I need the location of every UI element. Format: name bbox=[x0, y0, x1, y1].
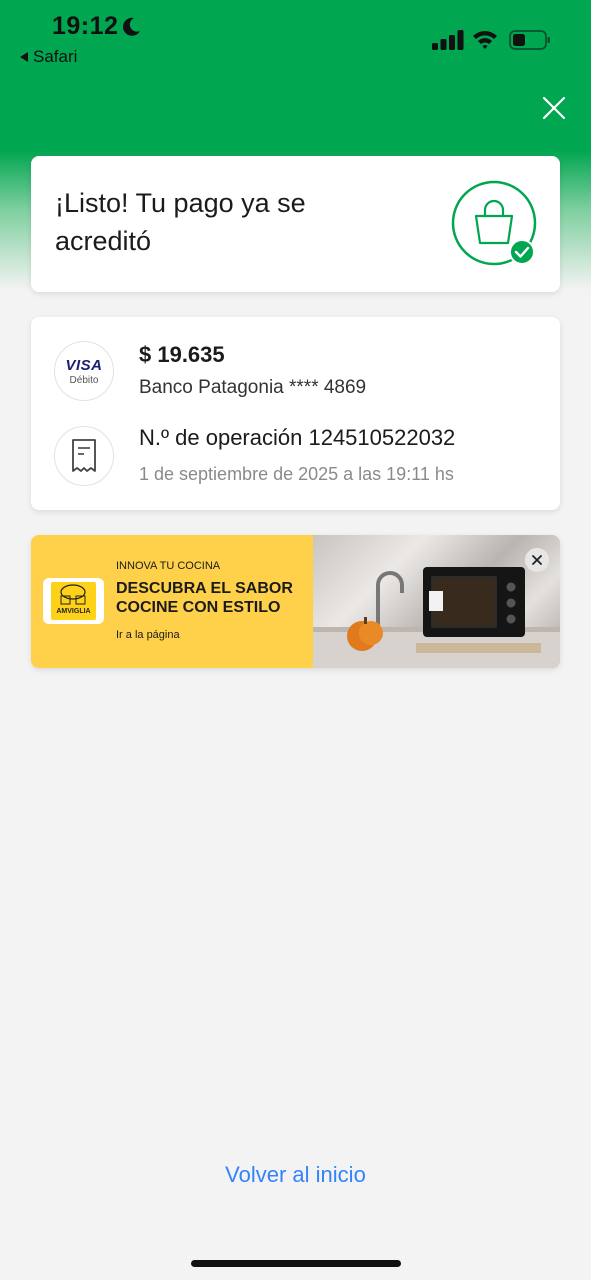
payment-bank: Banco Patagonia **** 4869 bbox=[139, 377, 367, 398]
status-time: 19:12 bbox=[52, 12, 119, 40]
ad-close-icon[interactable] bbox=[525, 548, 549, 572]
card-type: Débito bbox=[69, 375, 99, 386]
visa-card-icon: VISA Débito bbox=[54, 341, 114, 401]
oven-logo-icon bbox=[60, 584, 86, 605]
ad-headline-line-2: COCINE CON ESTILO bbox=[116, 599, 281, 616]
wifi-icon bbox=[473, 31, 497, 49]
ad-link[interactable]: Ir a la página bbox=[116, 629, 180, 641]
card-brand: VISA bbox=[65, 357, 103, 374]
ad-headline-line-1: DESCUBRA EL SABOR bbox=[116, 580, 293, 597]
battery-icon bbox=[509, 30, 550, 50]
operation-date: 1 de septiembre de 2025 a las 19:11 hs bbox=[139, 464, 454, 484]
ad-kicker: INNOVA TU COCINA bbox=[116, 560, 221, 572]
success-card: ¡Listo! Tu pago ya se acreditó bbox=[31, 156, 560, 292]
ad-banner[interactable]: AMVIGLIA INNOVA TU COCINA DESCUBRA EL SA… bbox=[31, 535, 560, 668]
ad-logo-text: AMVIGLIA bbox=[56, 608, 91, 615]
back-to-app-button[interactable]: Safari bbox=[20, 47, 77, 67]
payment-amount: $ 19.635 bbox=[139, 342, 225, 367]
ad-text-panel: AMVIGLIA INNOVA TU COCINA DESCUBRA EL SA… bbox=[31, 535, 313, 668]
operation-number: N.º de operación 124510522032 bbox=[139, 425, 456, 450]
home-indicator[interactable] bbox=[191, 1260, 401, 1267]
ad-product-image bbox=[313, 535, 560, 668]
oven-product-image bbox=[313, 567, 560, 668]
ad-brand-logo: AMVIGLIA bbox=[43, 578, 104, 624]
status-bar: 19:12 Safari bbox=[0, 0, 591, 80]
receipt-icon bbox=[54, 426, 114, 486]
cellular-signal-icon bbox=[432, 30, 464, 50]
ad-headline: DESCUBRA EL SABOR COCINE CON ESTILO bbox=[116, 579, 316, 617]
payment-details-card: VISA Débito $ 19.635 Banco Patagonia ***… bbox=[31, 317, 560, 510]
back-app-label: Safari bbox=[33, 47, 78, 66]
moon-icon bbox=[123, 17, 140, 36]
close-icon[interactable] bbox=[541, 95, 567, 121]
shopping-bag-check-icon bbox=[451, 180, 537, 266]
success-title: ¡Listo! Tu pago ya se acreditó bbox=[55, 188, 306, 256]
back-arrow-icon bbox=[20, 52, 28, 62]
back-to-home-link[interactable]: Volver al inicio bbox=[0, 1162, 591, 1188]
